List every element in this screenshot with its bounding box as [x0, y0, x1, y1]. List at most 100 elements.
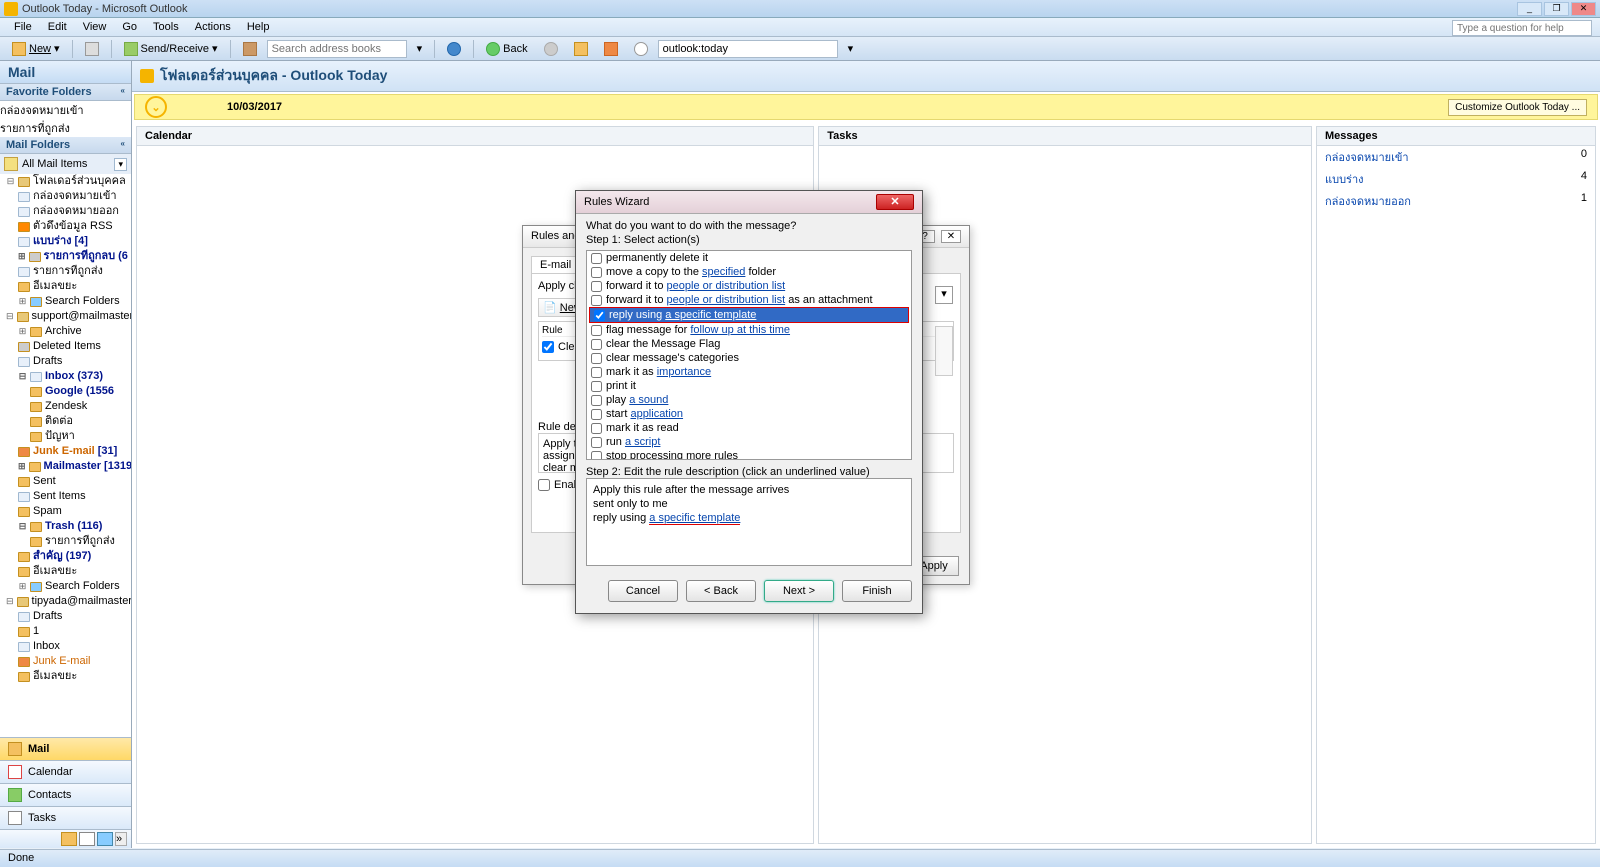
folder-deleted-th[interactable]: ⊞รายการที่ถูกลบ (6 [0, 249, 131, 264]
wizard-close-button[interactable]: ✕ [876, 194, 914, 210]
folder-archive[interactable]: ⊞Archive [0, 324, 131, 339]
back-button[interactable]: < Back [686, 580, 756, 602]
action-row-11[interactable]: start application [587, 407, 911, 421]
action-row-10[interactable]: play a sound [587, 393, 911, 407]
action-row-8[interactable]: mark it as importance [587, 365, 911, 379]
msg-row-outbox[interactable]: กล่องจดหมายออก1 [1317, 190, 1595, 212]
folder-google[interactable]: Google (1556 [0, 384, 131, 399]
folder-spam[interactable]: Spam [0, 504, 131, 519]
action-checkbox[interactable] [591, 367, 602, 378]
folder-emelse3[interactable]: อีเมลขยะ [0, 669, 131, 684]
folder-1[interactable]: 1 [0, 624, 131, 639]
action-checkbox[interactable] [591, 325, 602, 336]
back-button[interactable]: Back [480, 40, 533, 58]
action-row-4[interactable]: reply using a specific template [589, 307, 909, 323]
address-input[interactable] [658, 40, 838, 58]
action-checkbox[interactable] [591, 281, 602, 292]
favorites-header[interactable]: Favorite Folders« [0, 84, 131, 101]
action-row-7[interactable]: clear message's categories [587, 351, 911, 365]
menu-view[interactable]: View [75, 21, 115, 33]
new-button[interactable]: New ▾ [6, 40, 66, 58]
folder-support[interactable]: ⊟support@mailmaster [0, 309, 131, 324]
action-checkbox[interactable] [594, 310, 605, 321]
configure-icon[interactable]: » [115, 832, 127, 846]
action-link[interactable]: a script [625, 436, 660, 448]
folder-search[interactable]: ⊞Search Folders [0, 294, 131, 309]
cancel-button[interactable]: Cancel [608, 580, 678, 602]
folder-important[interactable]: สำคัญ (197) [0, 549, 131, 564]
fav-inbox[interactable]: กล่องจดหมายเข้า [0, 101, 131, 119]
folder-trash[interactable]: ⊟Trash (116) [0, 519, 131, 534]
folder-inbox2[interactable]: Inbox [0, 639, 131, 654]
nav-tasks[interactable]: Tasks [0, 806, 131, 829]
nav-mail[interactable]: Mail [0, 737, 131, 760]
shortcuts-icon[interactable] [97, 832, 113, 846]
all-mail-items[interactable]: All Mail Items▾ [0, 154, 131, 174]
menu-help[interactable]: Help [239, 21, 278, 33]
folder-rss[interactable]: ตัวดึงข้อมูล RSS [0, 219, 131, 234]
folder-junk-th[interactable]: อีเมลขยะ [0, 279, 131, 294]
folder-drafts-th[interactable]: แบบร่าง [4] [0, 234, 131, 249]
action-checkbox[interactable] [591, 395, 602, 406]
action-row-0[interactable]: permanently delete it [587, 251, 911, 265]
up-button[interactable] [568, 40, 594, 58]
sendreceive-button[interactable]: Send/Receive ▾ [118, 40, 224, 58]
folder-junk[interactable]: Junk E-mail [31] [0, 444, 131, 459]
help-search-input[interactable] [1452, 20, 1592, 36]
action-checkbox[interactable] [591, 423, 602, 434]
wizard-actions-list[interactable]: permanently delete itmove a copy to the … [586, 250, 912, 460]
action-row-5[interactable]: flag message for follow up at this time [587, 323, 911, 337]
enable-checkbox[interactable] [538, 479, 550, 491]
action-checkbox[interactable] [591, 381, 602, 392]
action-checkbox[interactable] [591, 295, 602, 306]
action-row-1[interactable]: move a copy to the specified folder [587, 265, 911, 279]
folder-sent-th[interactable]: รายการที่ถูกส่ง [0, 264, 131, 279]
folder-personal[interactable]: ⊟โฟลเดอร์ส่วนบุคคล [0, 174, 131, 189]
folder-drafts[interactable]: Drafts [0, 354, 131, 369]
addressbook-button[interactable] [237, 40, 263, 58]
folder-sent[interactable]: Sent [0, 474, 131, 489]
folder-search2[interactable]: ⊞Search Folders [0, 579, 131, 594]
folder-sent-th2[interactable]: รายการที่ถูกส่ง [0, 534, 131, 549]
stop-button[interactable] [628, 40, 654, 58]
action-link[interactable]: a sound [629, 394, 668, 406]
nav-calendar[interactable]: Calendar [0, 760, 131, 783]
action-link[interactable]: follow up at this time [690, 324, 790, 336]
menu-file[interactable]: File [6, 21, 40, 33]
action-checkbox[interactable] [591, 437, 602, 448]
fav-sent[interactable]: รายการที่ถูกส่ง [0, 119, 131, 137]
action-row-3[interactable]: forward it to people or distribution lis… [587, 293, 911, 307]
menu-tools[interactable]: Tools [145, 21, 187, 33]
customize-button[interactable]: Customize Outlook Today ... [1448, 99, 1587, 116]
address-dropdown[interactable]: ▾ [842, 40, 860, 57]
folder-outbox-th[interactable]: กล่องจดหมายออก [0, 204, 131, 219]
folder-sentitems[interactable]: Sent Items [0, 489, 131, 504]
folder-inbox[interactable]: ⊟Inbox (373) [0, 369, 131, 384]
action-row-13[interactable]: run a script [587, 435, 911, 449]
specific-template-link[interactable]: a specific template [649, 512, 740, 525]
search-addressbook-input[interactable] [267, 40, 407, 58]
forward-button[interactable] [538, 40, 564, 58]
finish-button[interactable]: Finish [842, 580, 912, 602]
folder-junk2[interactable]: Junk E-mail [0, 654, 131, 669]
action-checkbox[interactable] [591, 339, 602, 350]
rule-checkbox[interactable] [542, 341, 554, 353]
menu-go[interactable]: Go [114, 21, 145, 33]
folder-inbox-th[interactable]: กล่องจดหมายเข้า [0, 189, 131, 204]
folder-drafts2[interactable]: Drafts [0, 609, 131, 624]
action-checkbox[interactable] [591, 409, 602, 420]
action-checkbox[interactable] [591, 267, 602, 278]
action-row-14[interactable]: stop processing more rules [587, 449, 911, 460]
action-link[interactable]: application [630, 408, 683, 420]
folder-tidtor[interactable]: ติดต่อ [0, 414, 131, 429]
action-checkbox[interactable] [591, 451, 602, 461]
action-link[interactable]: people or distribution list [667, 280, 786, 292]
folder-deleted[interactable]: Deleted Items [0, 339, 131, 354]
action-link[interactable]: importance [657, 366, 711, 378]
menu-actions[interactable]: Actions [187, 21, 239, 33]
action-row-6[interactable]: clear the Message Flag [587, 337, 911, 351]
action-row-2[interactable]: forward it to people or distribution lis… [587, 279, 911, 293]
action-link[interactable]: people or distribution list [667, 294, 786, 306]
action-link[interactable]: a specific template [665, 309, 756, 321]
print-button[interactable] [79, 40, 105, 58]
